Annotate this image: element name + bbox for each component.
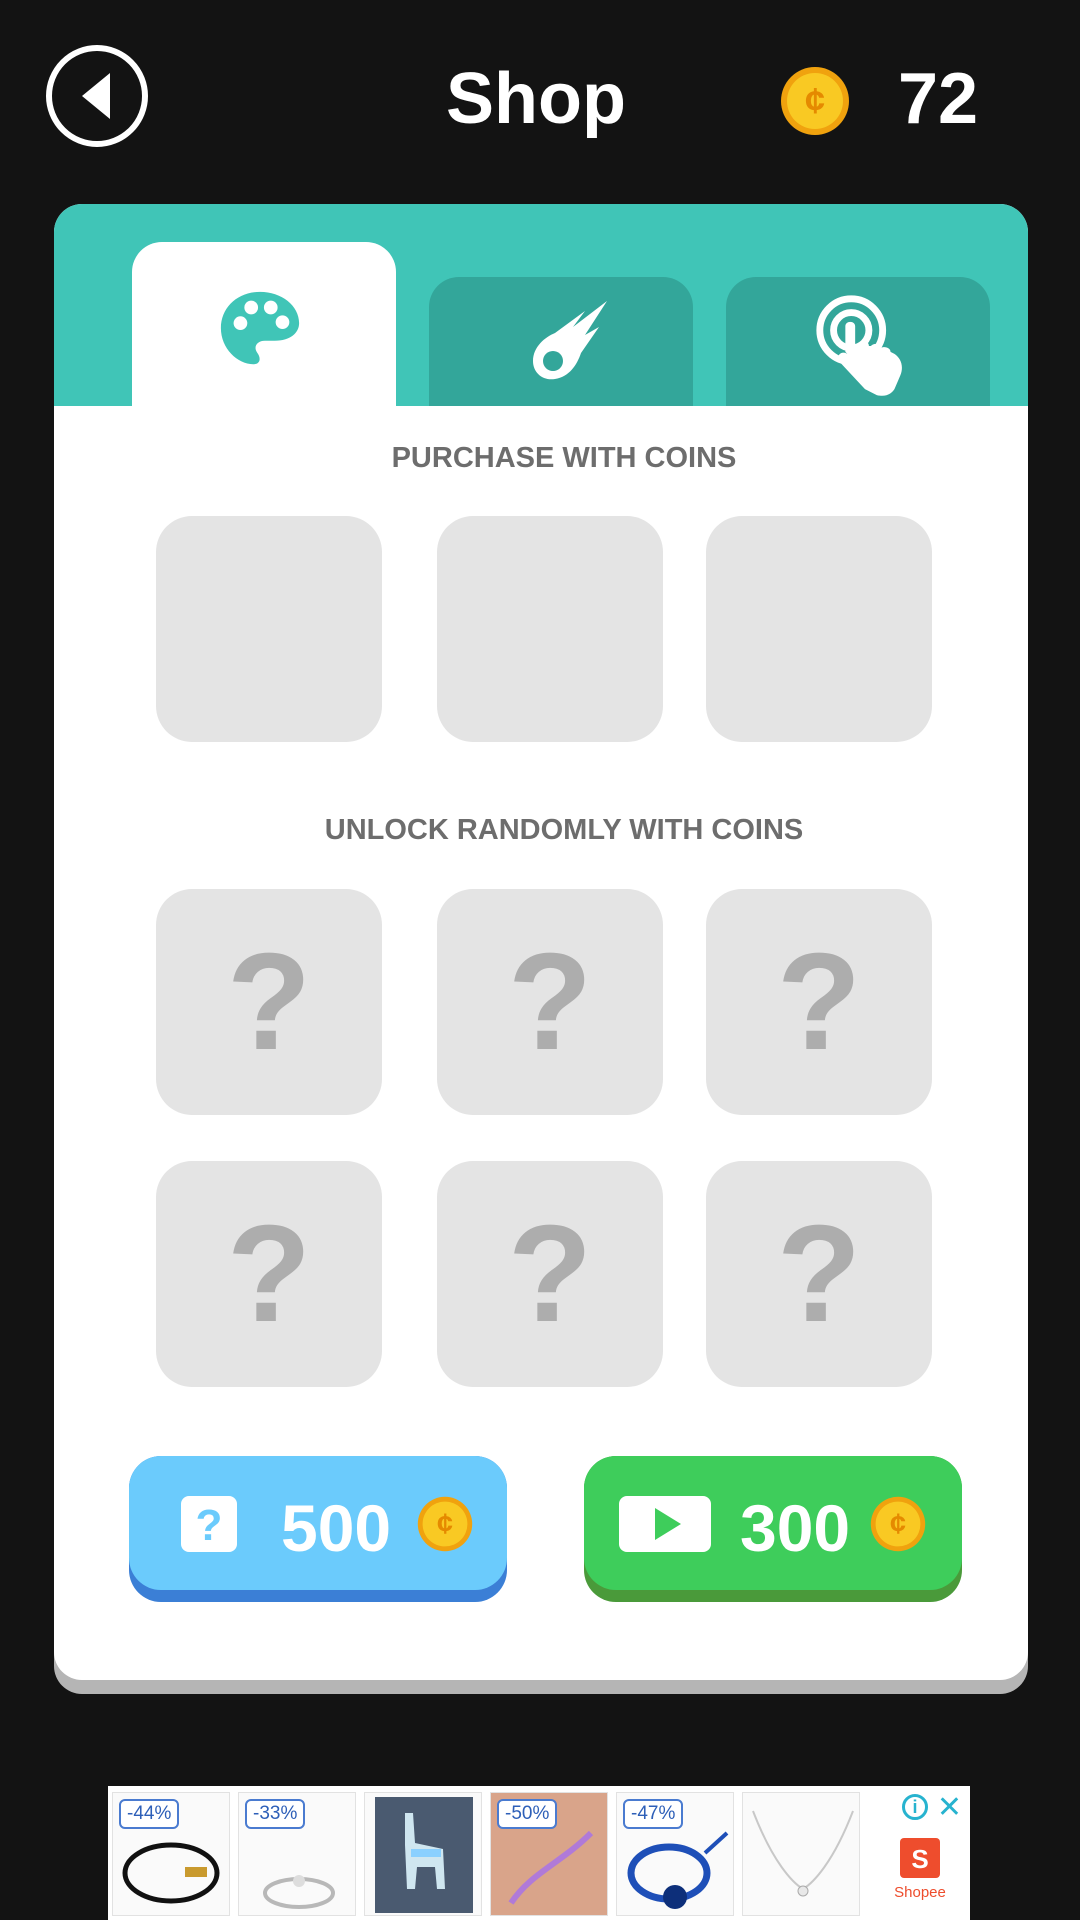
svg-text:?: ?	[196, 1501, 223, 1550]
tap-icon	[816, 295, 902, 396]
shop-panel: PURCHASE WITH COINS UNLOCK RANDOMLY WITH…	[54, 204, 1028, 1680]
discount-badge: -50%	[497, 1799, 558, 1829]
locked-item-slot[interactable]: ?	[156, 889, 382, 1115]
ad-product-ring[interactable]: -33%	[238, 1792, 356, 1916]
tab-effects[interactable]	[726, 277, 990, 406]
discount-badge: -44%	[119, 1799, 180, 1829]
play-video-icon	[619, 1496, 711, 1552]
locked-item-slot[interactable]: ?	[706, 889, 932, 1115]
shopee-bag-icon: S	[900, 1838, 940, 1878]
question-mark-icon: ?	[776, 925, 862, 1079]
question-mark-icon: ?	[507, 1197, 593, 1351]
ad-product-bracelet[interactable]: -47%	[616, 1792, 734, 1916]
necklace-image	[752, 1810, 854, 1897]
ad-product-bracelet[interactable]: -44%	[112, 1792, 230, 1916]
locked-item-slot[interactable]: ?	[706, 1161, 932, 1387]
question-mark-icon: ?	[776, 1197, 862, 1351]
discount-badge: -33%	[245, 1799, 306, 1829]
watch-ad-price: 300	[740, 1491, 851, 1565]
ad-close-icon[interactable]: ✕	[937, 1790, 962, 1825]
random-section-label: UNLOCK RANDOMLY WITH COINS	[324, 814, 804, 846]
question-square-icon: ?	[181, 1496, 237, 1552]
purchase-item-slot[interactable]	[706, 516, 932, 742]
comet-icon	[533, 301, 607, 380]
ad-brand-label: Shopee	[894, 1884, 946, 1901]
purchase-section-label: PURCHASE WITH COINS	[391, 442, 737, 474]
llama-pin-image	[375, 1797, 473, 1913]
ad-product-bracelet[interactable]: -50%	[490, 1792, 608, 1916]
coin-icon: ¢	[780, 66, 850, 136]
question-mark-icon: ?	[507, 925, 593, 1079]
discount-badge: -47%	[623, 1799, 684, 1829]
question-mark-icon: ?	[226, 925, 312, 1079]
locked-item-slot[interactable]: ?	[437, 1161, 663, 1387]
coin-icon: ¢	[870, 1496, 926, 1552]
svg-text:¢: ¢	[890, 1509, 906, 1541]
locked-item-slot[interactable]: ?	[156, 1161, 382, 1387]
tab-bar	[54, 204, 1028, 406]
locked-item-slot[interactable]: ?	[437, 889, 663, 1115]
question-mark-icon: ?	[226, 1197, 312, 1351]
watch-ad-button[interactable]: 300 ¢	[584, 1456, 962, 1590]
purchase-item-slot[interactable]	[156, 516, 382, 742]
tab-colors[interactable]	[132, 242, 396, 406]
coin-balance: 72	[898, 59, 979, 139]
ad-banner[interactable]: -44% -33% -50% -47% i ✕ S Shopee	[108, 1786, 970, 1920]
ad-info-icon[interactable]: i	[902, 1794, 928, 1820]
palette-icon	[220, 291, 300, 365]
shop-screen: Shop ¢ 72 PURCHASE WITH COINS UNLOCK RAN…	[0, 0, 1080, 1920]
coin-icon: ¢	[417, 1496, 473, 1552]
ad-product-pin[interactable]	[364, 1792, 482, 1916]
ad-product-necklace[interactable]	[742, 1792, 860, 1916]
svg-text:¢: ¢	[437, 1509, 453, 1541]
tab-trails[interactable]	[429, 277, 693, 406]
random-unlock-price: 500	[281, 1491, 392, 1565]
svg-text:¢: ¢	[805, 80, 825, 121]
purchase-item-slot[interactable]	[437, 516, 663, 742]
random-unlock-button[interactable]: ? 500 ¢	[129, 1456, 507, 1590]
